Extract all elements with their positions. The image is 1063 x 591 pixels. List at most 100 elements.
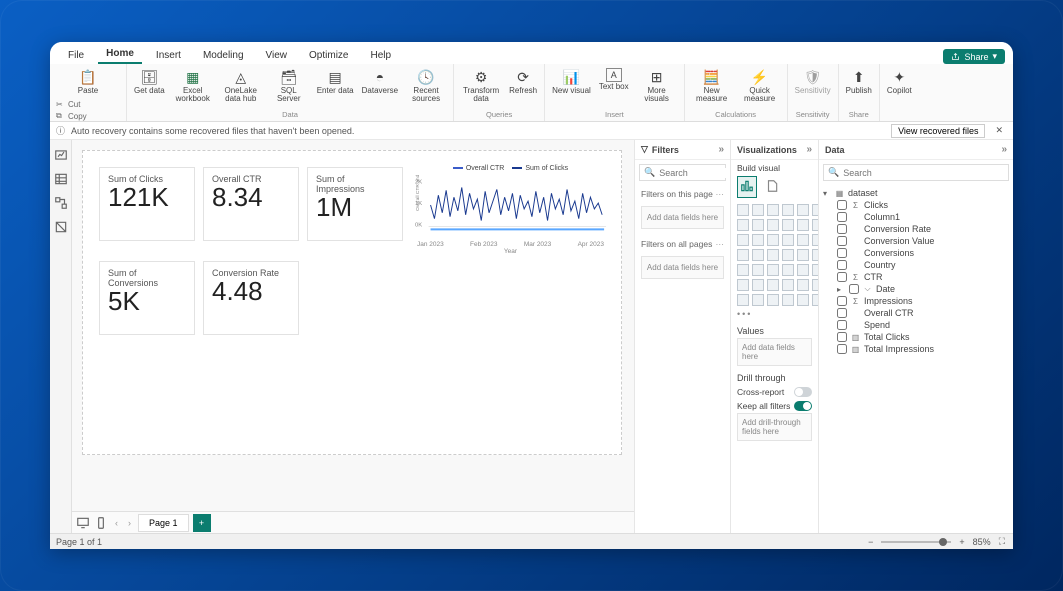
menu-tab-insert[interactable]: Insert — [148, 46, 189, 64]
more-options-icon[interactable]: ⋯ — [716, 239, 725, 250]
field-checkbox[interactable] — [837, 224, 847, 234]
field-checkbox[interactable] — [837, 236, 847, 246]
zoom-out-button[interactable]: − — [866, 537, 875, 547]
share-button[interactable]: Share ▾ — [943, 49, 1005, 64]
data-search-input[interactable] — [843, 168, 1004, 178]
viz-type-icon[interactable] — [752, 264, 764, 276]
viz-type-icon[interactable] — [797, 204, 809, 216]
viz-type-icon[interactable] — [767, 249, 779, 261]
next-page-button[interactable]: › — [125, 518, 134, 528]
viz-type-icon[interactable] — [767, 234, 779, 246]
report-canvas[interactable]: Sum of Clicks 121K Overall CTR 8.34 Sum … — [72, 140, 634, 511]
field-row[interactable]: Country — [823, 259, 1009, 271]
menu-tab-optimize[interactable]: Optimize — [301, 46, 356, 64]
add-page-button[interactable]: + — [193, 514, 211, 532]
field-row[interactable]: Column1 — [823, 211, 1009, 223]
refresh-button[interactable]: ⟳Refresh — [506, 66, 540, 110]
viz-type-icon[interactable] — [752, 204, 764, 216]
field-checkbox[interactable] — [837, 248, 847, 258]
menu-tab-file[interactable]: File — [60, 46, 92, 64]
more-visuals-button[interactable]: ⊞More visuals — [634, 66, 680, 110]
viz-type-icon[interactable] — [782, 234, 794, 246]
viz-type-icon[interactable] — [767, 204, 779, 216]
collapse-viz-button[interactable]: » — [806, 144, 812, 155]
viz-type-icon[interactable] — [797, 279, 809, 291]
drillthrough-dropzone[interactable]: Add drill-through fields here — [737, 413, 812, 441]
card-overall-ctr[interactable]: Overall CTR 8.34 — [203, 167, 299, 241]
filters-all-dropzone[interactable]: Add data fields here — [641, 256, 724, 279]
field-row[interactable]: ΣClicks — [823, 199, 1009, 211]
field-checkbox[interactable] — [837, 344, 847, 354]
viz-type-icon[interactable] — [752, 279, 764, 291]
line-chart-visual[interactable]: Overall CTR Sum of Clicks 2K 1K 0K Overa… — [413, 163, 608, 251]
card-sum-conversions[interactable]: Sum of Conversions 5K — [99, 261, 195, 335]
field-row[interactable]: ΣCTR — [823, 271, 1009, 283]
viz-type-icon[interactable] — [752, 234, 764, 246]
zoom-in-button[interactable]: + — [957, 537, 966, 547]
viz-type-icon[interactable] — [737, 249, 749, 261]
excel-workbook-button[interactable]: ▦Excel workbook — [170, 66, 216, 110]
viz-type-icon[interactable] — [782, 219, 794, 231]
fit-to-page-button[interactable]: ⛶ — [997, 536, 1007, 547]
text-box-button[interactable]: AText box — [596, 66, 632, 110]
enter-data-button[interactable]: ▤Enter data — [314, 66, 357, 110]
table-view-icon[interactable] — [54, 172, 68, 186]
menu-tab-view[interactable]: View — [258, 46, 296, 64]
model-view-icon[interactable] — [54, 196, 68, 210]
more-options-icon[interactable]: ⋯ — [716, 189, 725, 200]
prev-page-button[interactable]: ‹ — [112, 518, 121, 528]
field-checkbox[interactable] — [837, 308, 847, 318]
field-checkbox[interactable] — [837, 320, 847, 330]
get-data-button[interactable]: 🗄Get data — [131, 66, 168, 110]
desktop-layout-icon[interactable] — [76, 516, 90, 530]
field-checkbox[interactable] — [837, 212, 847, 222]
field-row[interactable]: Spend — [823, 319, 1009, 331]
sql-server-button[interactable]: 🗃SQL Server — [266, 66, 312, 110]
viz-type-icon[interactable] — [737, 219, 749, 231]
viz-type-icon[interactable] — [797, 294, 809, 306]
field-row[interactable]: Conversion Rate — [823, 223, 1009, 235]
viz-type-icon[interactable] — [752, 294, 764, 306]
viz-type-icon[interactable] — [737, 234, 749, 246]
menu-tab-home[interactable]: Home — [98, 44, 142, 64]
dataverse-button[interactable]: ◓Dataverse — [359, 66, 401, 110]
cut-button[interactable]: ✂Cut — [56, 99, 120, 109]
viz-type-icon[interactable] — [737, 204, 749, 216]
menu-tab-modeling[interactable]: Modeling — [195, 46, 252, 64]
viz-type-icon[interactable] — [797, 249, 809, 261]
field-row[interactable]: ▥Total Clicks — [823, 331, 1009, 343]
field-checkbox[interactable] — [837, 272, 847, 282]
field-row[interactable]: Conversion Value — [823, 235, 1009, 247]
publish-button[interactable]: ⬆Publish — [843, 66, 875, 110]
viz-type-icon[interactable] — [782, 264, 794, 276]
viz-type-icon[interactable] — [797, 264, 809, 276]
field-checkbox[interactable] — [837, 260, 847, 270]
copilot-button[interactable]: ✦Copilot — [884, 66, 915, 119]
filters-page-dropzone[interactable]: Add data fields here — [641, 206, 724, 229]
new-measure-button[interactable]: 🧮New measure — [689, 66, 735, 110]
viz-type-icon[interactable] — [737, 279, 749, 291]
report-view-icon[interactable] — [54, 148, 68, 162]
field-row[interactable]: Conversions — [823, 247, 1009, 259]
viz-type-icon[interactable] — [767, 294, 779, 306]
field-row[interactable]: ▸⌵Date — [823, 283, 1009, 295]
data-search[interactable]: 🔍 — [823, 164, 1009, 181]
quick-measure-button[interactable]: ⚡Quick measure — [737, 66, 783, 110]
viz-type-icon[interactable] — [797, 234, 809, 246]
menu-tab-help[interactable]: Help — [362, 46, 399, 64]
paste-button[interactable]: 📋 Paste — [54, 66, 122, 97]
field-row[interactable]: ▥Total Impressions — [823, 343, 1009, 355]
zoom-slider[interactable] — [881, 541, 951, 543]
mobile-layout-icon[interactable] — [94, 516, 108, 530]
viz-type-icon[interactable] — [737, 294, 749, 306]
field-checkbox[interactable] — [837, 332, 847, 342]
card-sum-clicks[interactable]: Sum of Clicks 121K — [99, 167, 195, 241]
field-checkbox[interactable] — [849, 284, 859, 294]
sensitivity-button[interactable]: 🛡Sensitivity — [792, 66, 834, 110]
field-row[interactable]: Overall CTR — [823, 307, 1009, 319]
field-checkbox[interactable] — [837, 200, 847, 210]
cross-report-toggle[interactable] — [794, 387, 812, 397]
viz-type-icon[interactable] — [782, 249, 794, 261]
more-viz-button[interactable]: ••• — [731, 309, 818, 323]
transform-data-button[interactable]: ⚙Transform data — [458, 66, 504, 110]
